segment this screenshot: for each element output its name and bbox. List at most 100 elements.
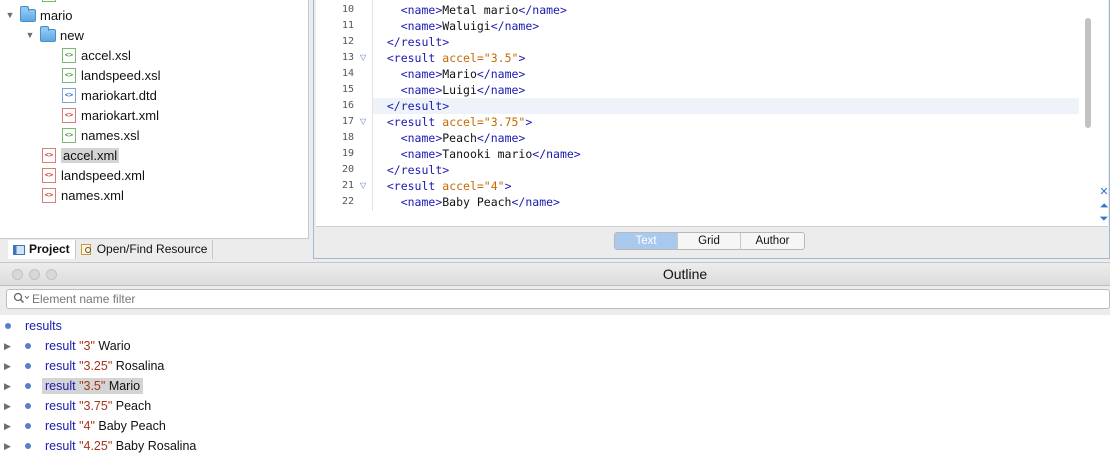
tree-item-mariokart-dtd[interactable]: <> mariokart.dtd: [62, 85, 157, 105]
code-editor[interactable]: 10 11 12 13 ▽ 14 15 16 17 ▽ 18 19 20 21 ▽ 22 <name>Meta…: [316, 0, 1108, 227]
scrollbar-thumb[interactable]: [1085, 18, 1091, 128]
line-number: 20: [341, 164, 354, 175]
editor-bottom-strip: [316, 211, 1108, 226]
element-name: result: [45, 339, 76, 353]
line-number: 10: [341, 4, 354, 15]
line-number: 18: [341, 132, 354, 143]
dtd-file-icon: <>: [62, 87, 76, 103]
line-number: 21: [341, 180, 354, 191]
code-line[interactable]: </result>: [373, 34, 1079, 50]
editor-mode-tabs: Text Grid Author: [614, 232, 805, 250]
expand-arrow-icon[interactable]: ▶: [4, 400, 14, 412]
fold-toggle-icon[interactable]: ▽: [360, 114, 368, 130]
folder-icon: [40, 25, 56, 42]
expand-arrow-icon[interactable]: ▶: [4, 340, 14, 352]
tree-item-mario[interactable]: ▼ mario: [4, 5, 73, 25]
code-line[interactable]: <result accel="3.5">: [373, 50, 1079, 66]
tree-item-label: mario: [40, 7, 73, 23]
mode-tab-text[interactable]: Text: [615, 233, 678, 249]
tab-open-find-resource[interactable]: Open/Find Resource: [76, 239, 214, 259]
code-token-attr: accel="3.75": [442, 115, 526, 129]
code-token-text: Baby Peach: [442, 195, 512, 209]
up-arrow-icon[interactable]: ⏶: [1098, 200, 1108, 212]
fold-toggle-icon[interactable]: ▽: [360, 50, 368, 66]
code-token-tag: </result>: [386, 35, 450, 49]
expand-arrow-icon[interactable]: ▶: [4, 360, 14, 372]
expand-arrow-icon[interactable]: ▶: [4, 420, 14, 432]
element-name: result: [45, 399, 76, 413]
code-content[interactable]: <name>Metal mario</name> <name>Waluigi</…: [373, 0, 1079, 211]
code-token-tag: </name>: [476, 67, 526, 81]
outline-item[interactable]: ▶ result "4.25" Baby Rosalina: [0, 436, 1110, 456]
outline-item[interactable]: ▶ result "4" Baby Peach: [0, 416, 1110, 436]
panel-tabs: Project Open/Find Resource: [0, 238, 309, 259]
tree-item-names-xml[interactable]: <> names.xml: [42, 185, 124, 205]
expand-arrow-icon[interactable]: ▶: [4, 380, 14, 392]
outline-item[interactable]: ▶ result "3" Wario: [0, 336, 1110, 356]
code-line[interactable]: </result>: [373, 98, 1079, 114]
code-line[interactable]: </result>: [373, 162, 1079, 178]
attribute-value: "3.75": [79, 399, 113, 413]
tree-item-mariokart-xml[interactable]: <> mariokart.xml: [62, 105, 159, 125]
close-icon[interactable]: ✕: [1098, 186, 1108, 198]
outline-root-item[interactable]: results: [0, 316, 1110, 336]
xsl-file-icon: <>: [62, 47, 76, 63]
outline-item[interactable]: ▶ result "3.5" Mario: [0, 376, 1110, 396]
outline-tree: results ▶ result "3" Wario ▶ result "3.25" R…: [0, 315, 1110, 463]
xsl-file-icon: <>: [62, 127, 76, 143]
tree-item-accel-xml[interactable]: <> accel.xml: [42, 145, 120, 165]
tree-item-names-xsl[interactable]: <> names.xsl: [62, 125, 140, 145]
code-line[interactable]: <result accel="3.75">: [373, 114, 1079, 130]
code-line[interactable]: <name>Mario</name>: [373, 66, 1079, 82]
mode-tab-grid[interactable]: Grid: [678, 233, 741, 249]
code-token-text: Waluigi: [442, 19, 491, 33]
down-arrow-icon[interactable]: ⏷: [1098, 213, 1108, 225]
mode-tab-author[interactable]: Author: [741, 233, 804, 249]
code-line[interactable]: <name>Luigi</name>: [373, 82, 1079, 98]
tree-item-landspeed-xml[interactable]: <> landspeed.xml: [42, 165, 145, 185]
line-number: 16: [341, 100, 354, 111]
element-text: Rosalina: [115, 359, 165, 373]
element-text: Baby Rosalina: [115, 439, 197, 453]
search-icon[interactable]: [13, 292, 30, 307]
fold-toggle-icon[interactable]: ▽: [360, 178, 368, 194]
code-line[interactable]: <result accel="4">: [373, 178, 1079, 194]
code-line[interactable]: <name>Peach</name>: [373, 130, 1079, 146]
outline-item[interactable]: ▶ result "3.75" Peach: [0, 396, 1110, 416]
code-token-tag: <name>: [400, 195, 443, 209]
code-line[interactable]: <name>Baby Peach</name>: [373, 194, 1079, 210]
code-token-text: Metal mario: [442, 3, 519, 17]
attribute-value: "3.25": [79, 359, 113, 373]
element-node-icon: [25, 363, 31, 369]
tab-project[interactable]: Project: [8, 239, 76, 259]
code-token-text: Luigi: [442, 83, 477, 97]
code-line[interactable]: <name>Metal mario</name>: [373, 2, 1079, 18]
tree-item-accel-xsl[interactable]: <> accel.xsl: [62, 45, 131, 65]
element-filter-box[interactable]: [6, 289, 1110, 309]
editor-area: 10 11 12 13 ▽ 14 15 16 17 ▽ 18 19 20 21 ▽ 22 <name>Meta…: [313, 0, 1110, 259]
code-token-tag: <result: [386, 179, 436, 193]
project-panel: ▼ mario ▼ new <> accel.xsl <> landspeed.xsl <> ma…: [0, 0, 309, 238]
code-line[interactable]: <name>Waluigi</name>: [373, 18, 1079, 34]
element-name-filter-input[interactable]: [32, 291, 1032, 307]
tree-item-new[interactable]: ▼ new: [24, 25, 84, 45]
code-token-tag: >: [518, 51, 526, 65]
code-line[interactable]: <name>Tanooki mario</name>: [373, 146, 1079, 162]
disclosure-expanded-icon[interactable]: ▼: [4, 9, 16, 21]
disclosure-expanded-icon[interactable]: ▼: [24, 29, 36, 41]
tree-item-landspeed-xsl[interactable]: <> landspeed.xsl: [62, 65, 161, 85]
outline-item[interactable]: ▶ result "3.25" Rosalina: [0, 356, 1110, 376]
expand-arrow-icon[interactable]: ▶: [4, 440, 14, 452]
line-number: 22: [341, 196, 354, 207]
code-token-tag: <name>: [400, 19, 443, 33]
code-token-tag: </name>: [476, 131, 526, 145]
element-text: Wario: [98, 339, 131, 353]
code-token-tag: >: [504, 179, 512, 193]
vertical-scrollbar[interactable]: [1083, 0, 1095, 211]
